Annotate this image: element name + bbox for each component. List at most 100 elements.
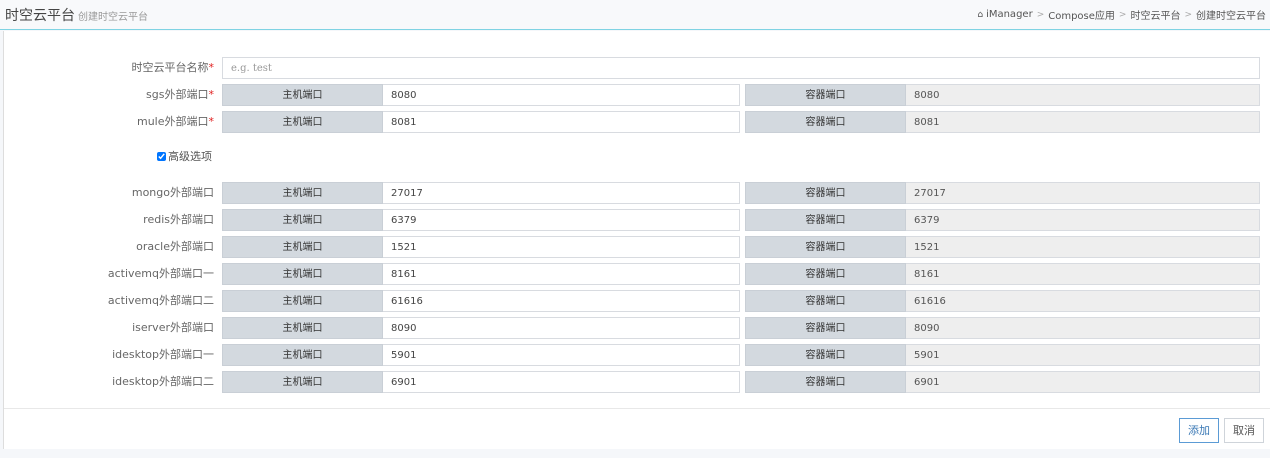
host-port-addon: 主机端口 bbox=[222, 209, 383, 231]
port-row-label: activemq外部端口二 bbox=[107, 294, 214, 307]
name-label: 时空云平台名称* bbox=[131, 61, 215, 74]
create-form-panel: 时空云平台名称* sgs外部端口*主机端口容器端口mule外部端口*主机端口容器… bbox=[3, 31, 1270, 449]
host-port-group: 主机端口 bbox=[222, 317, 740, 339]
port-row-label: activemq外部端口一 bbox=[107, 267, 214, 280]
container-port-addon: 容器端口 bbox=[745, 263, 906, 285]
host-port-group: 主机端口 bbox=[222, 209, 740, 231]
host-port-addon: 主机端口 bbox=[222, 371, 383, 393]
container-port-addon: 容器端口 bbox=[745, 209, 906, 231]
host-port-addon: 主机端口 bbox=[222, 317, 383, 339]
host-port-group: 主机端口 bbox=[222, 84, 740, 106]
host-port-input[interactable] bbox=[383, 290, 740, 312]
cancel-button[interactable]: 取消 bbox=[1224, 418, 1264, 443]
page-subtitle: 创建时空云平台 bbox=[78, 12, 148, 23]
container-port-group: 容器端口 bbox=[745, 111, 1260, 133]
container-port-group: 容器端口 bbox=[745, 236, 1260, 258]
host-port-input[interactable] bbox=[383, 84, 740, 106]
platform-name-input[interactable] bbox=[222, 57, 1260, 79]
port-row-label: mongo外部端口 bbox=[131, 186, 214, 199]
host-port-input[interactable] bbox=[383, 182, 740, 204]
port-row-label: sgs外部端口* bbox=[146, 88, 214, 101]
host-port-input[interactable] bbox=[383, 111, 740, 133]
container-port-addon: 容器端口 bbox=[745, 290, 906, 312]
port-row-label: iserver外部端口 bbox=[132, 321, 214, 334]
page-title: 时空云平台 创建时空云平台 bbox=[5, 5, 148, 25]
container-port-addon: 容器端口 bbox=[745, 371, 906, 393]
container-port-group: 容器端口 bbox=[745, 263, 1260, 285]
host-port-addon: 主机端口 bbox=[222, 263, 383, 285]
port-row: activemq外部端口二主机端口 容器端口 bbox=[4, 290, 1270, 312]
page-header: 时空云平台 创建时空云平台 ⌂ iManager > Compose应用 > 时空… bbox=[0, 0, 1270, 30]
breadcrumb: ⌂ iManager > Compose应用 > 时空云平台 > 创建时空云平台 bbox=[977, 7, 1266, 22]
host-port-group: 主机端口 bbox=[222, 111, 740, 133]
container-port-addon: 容器端口 bbox=[745, 84, 906, 106]
host-port-input[interactable] bbox=[383, 317, 740, 339]
port-row-label: redis外部端口 bbox=[143, 213, 214, 226]
container-port-group: 容器端口 bbox=[745, 84, 1260, 106]
container-port-input bbox=[906, 371, 1260, 393]
host-port-group: 主机端口 bbox=[222, 182, 740, 204]
container-port-input bbox=[906, 344, 1260, 366]
host-port-input[interactable] bbox=[383, 209, 740, 231]
container-port-group: 容器端口 bbox=[745, 290, 1260, 312]
advanced-options-checkbox[interactable] bbox=[157, 151, 166, 161]
host-port-input[interactable] bbox=[383, 371, 740, 393]
home-icon[interactable]: ⌂ bbox=[977, 10, 983, 20]
container-port-input bbox=[906, 236, 1260, 258]
breadcrumb-separator: > bbox=[1036, 9, 1045, 20]
container-port-input bbox=[906, 290, 1260, 312]
port-row: mongo外部端口主机端口 容器端口 bbox=[4, 182, 1270, 204]
host-port-input[interactable] bbox=[383, 344, 740, 366]
advanced-options-label: 高级选项 bbox=[168, 150, 212, 163]
container-port-input bbox=[906, 263, 1260, 285]
container-port-group: 容器端口 bbox=[745, 209, 1260, 231]
port-row-label: idesktop外部端口二 bbox=[112, 375, 214, 388]
host-port-addon: 主机端口 bbox=[222, 84, 383, 106]
host-port-group: 主机端口 bbox=[222, 290, 740, 312]
breadcrumb-separator: > bbox=[1184, 9, 1192, 20]
container-port-addon: 容器端口 bbox=[745, 111, 906, 133]
container-port-addon: 容器端口 bbox=[745, 236, 906, 258]
breadcrumb-separator: > bbox=[1118, 9, 1127, 20]
container-port-addon: 容器端口 bbox=[745, 182, 906, 204]
breadcrumb-compose[interactable]: Compose应用 bbox=[1048, 7, 1115, 22]
form-footer: 添加 取消 bbox=[4, 408, 1270, 449]
port-row: redis外部端口主机端口 容器端口 bbox=[4, 209, 1270, 231]
container-port-input bbox=[906, 182, 1260, 204]
host-port-group: 主机端口 bbox=[222, 371, 740, 393]
breadcrumb-imanager[interactable]: iManager bbox=[986, 9, 1033, 20]
container-port-addon: 容器端口 bbox=[745, 344, 906, 366]
breadcrumb-current: 创建时空云平台 bbox=[1196, 11, 1266, 22]
host-port-group: 主机端口 bbox=[222, 344, 740, 366]
container-port-input bbox=[906, 317, 1260, 339]
advanced-options-toggle[interactable]: 高级选项 bbox=[157, 149, 212, 163]
port-row: iserver外部端口主机端口 容器端口 bbox=[4, 317, 1270, 339]
container-port-group: 容器端口 bbox=[745, 344, 1260, 366]
name-row: 时空云平台名称* bbox=[4, 57, 1270, 79]
container-port-input bbox=[906, 209, 1260, 231]
container-port-group: 容器端口 bbox=[745, 182, 1260, 204]
host-port-addon: 主机端口 bbox=[222, 344, 383, 366]
host-port-addon: 主机端口 bbox=[222, 236, 383, 258]
container-port-group: 容器端口 bbox=[745, 317, 1260, 339]
port-row: idesktop外部端口一主机端口 容器端口 bbox=[4, 344, 1270, 366]
port-row: oracle外部端口主机端口 容器端口 bbox=[4, 236, 1270, 258]
host-port-input[interactable] bbox=[383, 236, 740, 258]
container-port-input bbox=[906, 84, 1260, 106]
host-port-addon: 主机端口 bbox=[222, 290, 383, 312]
port-row: mule外部端口* 主机端口 容器端口 bbox=[4, 111, 1270, 133]
port-row-label: idesktop外部端口一 bbox=[112, 348, 214, 361]
container-port-group: 容器端口 bbox=[745, 371, 1260, 393]
host-port-group: 主机端口 bbox=[222, 263, 740, 285]
container-port-addon: 容器端口 bbox=[745, 317, 906, 339]
port-row: sgs外部端口* 主机端口 容器端口 bbox=[4, 84, 1270, 106]
host-port-input[interactable] bbox=[383, 263, 740, 285]
port-row-label: mule外部端口* bbox=[136, 115, 214, 128]
host-port-group: 主机端口 bbox=[222, 236, 740, 258]
add-button[interactable]: 添加 bbox=[1179, 418, 1219, 443]
breadcrumb-spatial-cloud[interactable]: 时空云平台 bbox=[1130, 7, 1180, 22]
port-row: activemq外部端口一主机端口 容器端口 bbox=[4, 263, 1270, 285]
page-title-text: 时空云平台 bbox=[5, 8, 75, 24]
host-port-addon: 主机端口 bbox=[222, 111, 383, 133]
host-port-addon: 主机端口 bbox=[222, 182, 383, 204]
